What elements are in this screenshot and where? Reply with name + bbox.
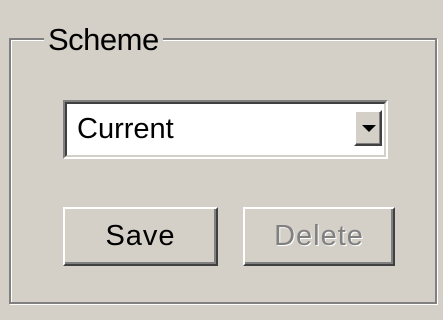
scheme-select-value: Current <box>77 113 174 145</box>
scheme-dropdown-button[interactable] <box>354 110 382 146</box>
save-button-label: Save <box>105 220 176 252</box>
save-button[interactable]: Save <box>63 207 218 266</box>
scheme-select[interactable]: Current <box>63 100 388 159</box>
scheme-select-field[interactable]: Current <box>65 102 386 157</box>
delete-button-label: Delete <box>274 220 364 252</box>
scheme-panel: Scheme Current Save Delete <box>0 0 443 320</box>
delete-button[interactable]: Delete <box>243 207 395 266</box>
scheme-group-title: Scheme <box>44 22 163 58</box>
chevron-down-icon <box>362 125 376 132</box>
